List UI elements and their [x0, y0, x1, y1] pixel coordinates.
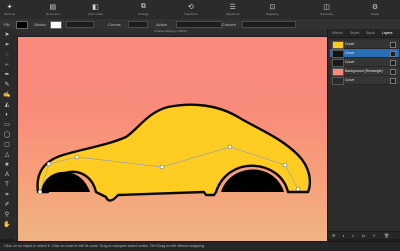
hand-tool-icon[interactable]: ✋: [3, 222, 11, 229]
convert-label: Convert: [222, 22, 237, 27]
car-illustration[interactable]: [18, 37, 327, 241]
triangle-tool-icon[interactable]: △: [3, 152, 11, 159]
mask-icon[interactable]: ◑: [342, 233, 344, 238]
layer-thumbnail: [332, 41, 344, 49]
layer-name: Curve: [345, 42, 355, 46]
transform-icon: ⟲: [187, 3, 194, 11]
move-tool-icon[interactable]: ➤: [3, 32, 11, 39]
visibility-checkbox[interactable]: [390, 78, 396, 84]
document-icon: ▤: [49, 3, 57, 11]
pencil-tool-icon[interactable]: ✎: [3, 82, 11, 89]
crop-tool-icon[interactable]: ⌗: [3, 192, 11, 199]
view-mode-button[interactable]: ◧ View mode: [88, 2, 103, 17]
path-node[interactable]: [282, 162, 288, 168]
tab-layers[interactable]: Layers: [382, 31, 393, 35]
path-node[interactable]: [74, 154, 80, 160]
effects-icon[interactable]: fx: [362, 233, 365, 238]
path-node[interactable]: [227, 144, 233, 150]
layer-thumbnail: [332, 59, 344, 67]
stroke-width-field[interactable]: [66, 21, 94, 28]
stroke-swatch[interactable]: [50, 21, 62, 29]
node-tool-icon[interactable]: ➢: [3, 42, 11, 49]
visibility-checkbox[interactable]: [390, 60, 396, 66]
convert-buttons[interactable]: [242, 21, 296, 28]
layer-name: Background (Rectangle): [345, 69, 383, 73]
tools-panel: ➤ ➢ ◌ ⌐ ✒ ✎ ✍ ◭ ◐ ▭ ◯ ▢ △ ★ A T ⌗ ✐ ⚲ ✋: [0, 29, 15, 239]
transform-button[interactable]: ⟲ Transform: [184, 2, 198, 17]
alignment-button[interactable]: ☰ Alignment: [226, 2, 239, 17]
layer-row[interactable]: Curve: [330, 40, 399, 49]
layer-row[interactable]: Background (Rectangle): [330, 67, 399, 76]
adjustment-icon[interactable]: ◐: [352, 233, 354, 238]
alignment-icon: ☰: [229, 3, 236, 11]
visibility-checkbox[interactable]: [390, 69, 396, 75]
action-label: Action: [156, 22, 168, 27]
curves-label: Curves: [108, 22, 121, 27]
persona-button[interactable]: ✦ Persona: [4, 2, 15, 17]
layer-row[interactable]: Curve: [330, 76, 399, 85]
panel-bottom-toolbar: ⚙ ◑ ◐ fx ＋ 🗑: [328, 231, 400, 239]
visibility-checkbox[interactable]: [390, 51, 396, 57]
tab-styles[interactable]: Styles: [350, 31, 360, 35]
arrange-button[interactable]: ⧉ Arrange: [138, 2, 149, 17]
layers-panel: Effects Styles Stock Layers Curve Curve …: [327, 29, 400, 239]
path-node[interactable]: [295, 186, 301, 192]
view-mode-icon: ◧: [92, 3, 99, 11]
tab-effects[interactable]: Effects: [332, 31, 343, 35]
artboard[interactable]: [18, 37, 327, 241]
persona-icon: ✦: [6, 3, 13, 11]
eyedropper-tool-icon[interactable]: ✐: [3, 202, 11, 209]
studio-button[interactable]: ⚙ Studio: [370, 2, 380, 17]
brush-tool-icon[interactable]: ✍: [3, 92, 11, 99]
panel-tabs: Effects Styles Stock Layers: [328, 29, 400, 38]
layer-settings-icon[interactable]: ⚙: [332, 233, 336, 238]
stroke-label: Stroke:: [34, 22, 47, 27]
zoom-tool-icon[interactable]: ⚲: [3, 212, 11, 219]
transparency-tool-icon[interactable]: ◐: [3, 112, 11, 119]
add-layer-icon[interactable]: ＋: [372, 233, 376, 239]
rectangle-tool-icon[interactable]: ▭: [3, 122, 11, 129]
geometry-icon: ◫: [323, 3, 330, 11]
rounded-rect-tool-icon[interactable]: ▢: [3, 142, 11, 149]
main-toolbar: ✦ Persona ▤ Document ◧ View mode ⧉ Arran…: [0, 0, 400, 20]
layer-thumbnail: [332, 77, 344, 85]
document-button[interactable]: ▤ Document: [46, 2, 60, 17]
path-node[interactable]: [159, 164, 165, 170]
curves-dropdown[interactable]: [128, 21, 148, 28]
tab-stock[interactable]: Stock: [366, 31, 375, 35]
studio-icon: ⚙: [371, 3, 379, 11]
delete-layer-icon[interactable]: 🗑: [384, 233, 389, 238]
snapping-icon: ⊡: [269, 3, 276, 11]
frame-text-tool-icon[interactable]: T: [3, 182, 11, 189]
star-tool-icon[interactable]: ★: [3, 162, 11, 169]
arrange-icon: ⧉: [140, 2, 146, 10]
layer-thumbnail: [332, 68, 344, 76]
path-node[interactable]: [46, 161, 52, 167]
canvas-area[interactable]: Untitled.afdesign (100%): [14, 29, 327, 241]
ellipse-tool-icon[interactable]: ◯: [3, 132, 11, 139]
snapping-button[interactable]: ⊡ Snapping: [266, 2, 279, 17]
pen-tool-icon[interactable]: ✒: [3, 72, 11, 79]
fill-swatch[interactable]: [16, 21, 28, 29]
contour-tool-icon[interactable]: ◌: [3, 52, 11, 59]
layer-name: Curve: [345, 51, 355, 55]
layer-thumbnail: [332, 50, 344, 58]
fill-label: Fill:: [4, 22, 11, 27]
path-node[interactable]: [37, 189, 43, 195]
fill-tool-icon[interactable]: ◭: [3, 102, 11, 109]
layer-row-selected[interactable]: Curve: [330, 49, 399, 58]
action-buttons[interactable]: [176, 21, 222, 28]
text-tool-icon[interactable]: A: [3, 172, 11, 179]
layer-name: Curve: [345, 78, 355, 82]
layer-row[interactable]: Curve: [330, 58, 399, 67]
corner-tool-icon[interactable]: ⌐: [3, 62, 11, 69]
geometry-button[interactable]: ◫ Geometry: [320, 2, 333, 17]
layer-name: Curve: [345, 60, 355, 64]
visibility-checkbox[interactable]: [390, 42, 396, 48]
